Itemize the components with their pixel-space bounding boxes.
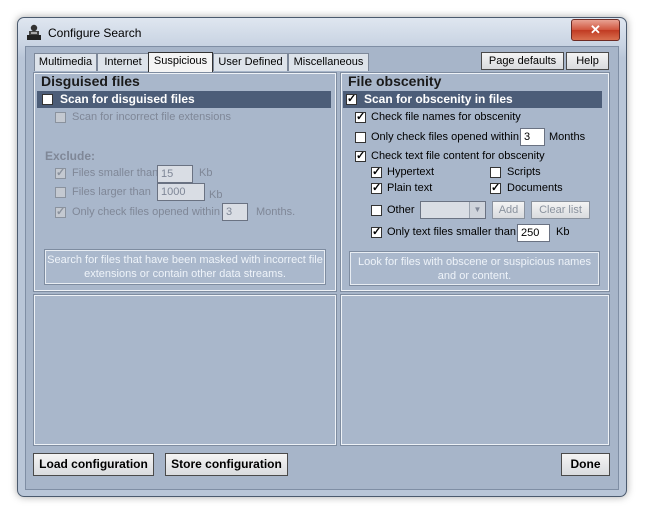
exclude-opened-checkbox[interactable]: ✓	[55, 207, 66, 218]
plain-text-checkbox[interactable]: ✓	[371, 183, 382, 194]
exclude-opened-label: Only check files opened within	[72, 206, 220, 218]
exclude-heading: Exclude:	[45, 149, 96, 163]
done-button[interactable]: Done	[561, 453, 610, 476]
scan-disguised-label: Scan for disguised files	[60, 92, 195, 106]
lower-right-panel	[340, 294, 610, 446]
documents-checkbox[interactable]: ✓	[490, 183, 501, 194]
close-icon: ✕	[590, 22, 601, 37]
exclude-larger-label: Files larger than	[72, 186, 151, 198]
add-button[interactable]: Add	[492, 201, 525, 219]
other-checkbox[interactable]	[371, 205, 382, 216]
close-button[interactable]: ✕	[571, 19, 620, 41]
text-smaller-checkbox[interactable]: ✓	[371, 227, 382, 238]
check-names-label: Check file names for obscenity	[371, 111, 521, 123]
tab-suspicious[interactable]: Suspicious	[148, 52, 213, 72]
disguised-description: Search for files that have been masked w…	[44, 249, 326, 285]
plain-text-label: Plain text	[387, 182, 433, 194]
check-names-checkbox[interactable]: ✓	[355, 112, 366, 123]
file-obscenity-title: File obscenity	[348, 73, 442, 89]
exclude-smaller-input[interactable]: 15	[157, 165, 193, 183]
check-content-checkbox[interactable]: ✓	[355, 151, 366, 162]
chevron-down-icon: ▼	[469, 202, 485, 218]
exclude-larger-unit: Kb	[209, 189, 223, 201]
tab-miscellaneous[interactable]: Miscellaneous	[288, 53, 369, 71]
check-content-label: Check text file content for obscenity	[371, 150, 545, 162]
clear-list-button[interactable]: Clear list	[531, 201, 590, 219]
tab-user-defined[interactable]: User Defined	[213, 53, 288, 71]
text-smaller-label: Only text files smaller than	[387, 226, 516, 238]
exclude-larger-checkbox[interactable]	[55, 187, 66, 198]
store-configuration-button[interactable]: Store configuration	[165, 453, 288, 476]
text-smaller-unit: Kb	[556, 226, 570, 238]
lower-left-panel	[33, 294, 337, 446]
obscenity-opened-input[interactable]: 3	[520, 128, 545, 146]
scripts-label: Scripts	[507, 166, 541, 178]
tab-multimedia[interactable]: Multimedia	[34, 53, 97, 71]
text-smaller-input[interactable]: 250	[517, 224, 550, 242]
other-dropdown[interactable]: ▼	[420, 201, 486, 219]
page-defaults-button[interactable]: Page defaults	[481, 52, 564, 70]
scripts-checkbox[interactable]	[490, 167, 501, 178]
incorrect-ext-checkbox[interactable]	[55, 112, 66, 123]
app-icon	[27, 24, 41, 40]
exclude-smaller-unit: Kb	[199, 167, 213, 179]
load-configuration-button[interactable]: Load configuration	[33, 453, 154, 476]
exclude-opened-unit: Months.	[256, 206, 296, 218]
hypertext-checkbox[interactable]: ✓	[371, 167, 382, 178]
hypertext-label: Hypertext	[387, 166, 435, 178]
scan-obscenity-checkbox[interactable]: ✓	[346, 94, 357, 105]
incorrect-ext-label: Scan for incorrect file extensions	[72, 111, 231, 123]
exclude-opened-input[interactable]: 3	[222, 203, 248, 221]
documents-label: Documents	[507, 182, 563, 194]
obscenity-description: Look for files with obscene or suspiciou…	[349, 251, 600, 286]
tab-internet[interactable]: Internet	[97, 53, 149, 71]
obscenity-opened-unit: Months	[549, 131, 586, 143]
other-label: Other	[387, 204, 415, 216]
disguised-files-title: Disguised files	[41, 73, 140, 89]
scan-disguised-checkbox[interactable]	[42, 94, 53, 105]
window-title: Configure Search	[48, 26, 142, 40]
exclude-smaller-label: Files smaller than	[72, 167, 159, 179]
obscenity-opened-checkbox[interactable]	[355, 132, 366, 143]
exclude-larger-input[interactable]: 1000	[157, 183, 205, 201]
help-button[interactable]: Help	[566, 52, 609, 70]
scan-obscenity-label: Scan for obscenity in files	[364, 92, 513, 106]
obscenity-opened-label: Only check files opened within	[371, 131, 519, 143]
exclude-smaller-checkbox[interactable]: ✓	[55, 168, 66, 179]
